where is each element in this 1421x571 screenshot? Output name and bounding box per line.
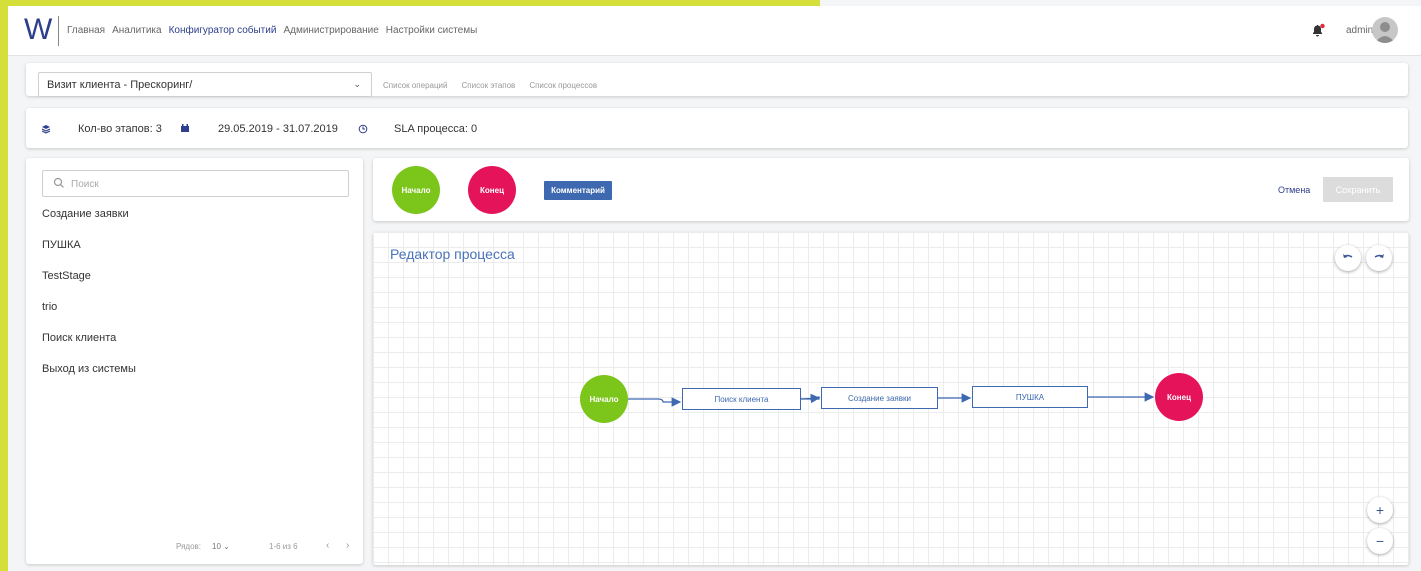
search-icon [53, 177, 64, 188]
nav-item-system-settings[interactable]: Настройки системы [386, 25, 478, 36]
flow-end-node[interactable]: Конец [1155, 373, 1203, 421]
stages-panel: Создание заявки ПУШКА TestStage trio Пои… [26, 158, 363, 564]
process-info-bar: Кол-во этапов: 3 29.05.2019 - 31.07.2019… [26, 108, 1408, 148]
process-select-value: Визит клиента - Прескоринг/ [47, 79, 193, 91]
flow-step-node[interactable]: Создание заявки [821, 387, 938, 409]
palette-comment-node[interactable]: Комментарий [544, 181, 612, 200]
nav-item-analytics[interactable]: Аналитика [112, 25, 162, 36]
redo-button[interactable] [1366, 245, 1392, 271]
date-range: 29.05.2019 - 31.07.2019 [218, 123, 338, 135]
plus-icon: + [1375, 502, 1385, 518]
list-item[interactable]: trio [42, 301, 136, 332]
redo-icon [1374, 254, 1384, 258]
flow-start-node[interactable]: Начало [580, 375, 628, 423]
stage-search[interactable] [42, 170, 349, 197]
flow-step-node[interactable]: Поиск клиента [682, 388, 801, 410]
rows-label: Рядов: [176, 542, 201, 551]
page-range: 1-6 из 6 [269, 542, 298, 551]
link-operations-list[interactable]: Список операций [383, 81, 448, 90]
notification-dot-icon [1320, 23, 1325, 29]
palette-start-node[interactable]: Начало [392, 166, 440, 214]
clock-icon [358, 124, 368, 134]
frame-left-border [0, 0, 8, 571]
process-editor: Редактор процесса Начало Поиск клиента С… [373, 232, 1409, 565]
search-input[interactable] [71, 175, 331, 193]
calendar-icon [181, 124, 189, 132]
chevron-down-icon: ⌄ [223, 542, 230, 551]
logo-divider [58, 16, 59, 46]
link-stages-list[interactable]: Список этапов [462, 81, 516, 90]
stages-count: Кол-во этапов: 3 [78, 123, 162, 135]
rows-per-page-select[interactable]: 10 ⌄ [212, 542, 230, 551]
save-button[interactable]: Сохранить [1323, 177, 1393, 202]
avatar[interactable] [1372, 17, 1398, 43]
next-page-icon[interactable]: › [346, 540, 349, 551]
zoom-in-button[interactable]: + [1367, 497, 1393, 523]
undo-button[interactable] [1335, 245, 1361, 271]
bell-icon[interactable] [1310, 23, 1326, 39]
nav-item-home[interactable]: Главная [67, 25, 105, 36]
list-item[interactable]: TestStage [42, 270, 136, 301]
nav-item-administration[interactable]: Администрирование [283, 25, 378, 36]
sla-value: SLA процесса: 0 [394, 123, 478, 135]
list-item[interactable]: Поиск клиента [42, 332, 136, 363]
top-navbar: W Главная Аналитика Конфигуратор событий… [8, 6, 1421, 56]
stage-list: Создание заявки ПУШКА TestStage trio Пои… [42, 208, 136, 394]
flow-step-node[interactable]: ПУШКА [972, 386, 1088, 408]
list-item[interactable]: Выход из системы [42, 363, 136, 394]
zoom-out-button[interactable]: − [1367, 528, 1393, 554]
prev-page-icon[interactable]: ‹ [326, 540, 329, 551]
main-nav: Главная Аналитика Конфигуратор событий А… [67, 25, 477, 36]
process-toolbar: Визит клиента - Прескоринг/ ⌄ Список опе… [26, 63, 1408, 97]
link-processes-list[interactable]: Список процессов [529, 81, 597, 90]
process-select[interactable]: Визит клиента - Прескоринг/ ⌄ [38, 72, 372, 97]
rows-per-page-value: 10 [212, 542, 221, 551]
element-palette: Начало Конец Комментарий Отмена Сохранит… [373, 158, 1409, 221]
editor-title: Редактор процесса [390, 246, 515, 262]
undo-icon [1343, 254, 1353, 258]
palette-end-node[interactable]: Конец [468, 166, 516, 214]
nav-item-event-configurator[interactable]: Конфигуратор событий [169, 25, 277, 36]
list-item[interactable]: Создание заявки [42, 208, 136, 239]
cancel-button[interactable]: Отмена [1278, 185, 1310, 195]
layers-icon [41, 125, 51, 134]
chevron-down-icon: ⌄ [353, 79, 361, 89]
user-name[interactable]: admin [1346, 25, 1373, 36]
minus-icon: − [1375, 533, 1385, 549]
app-logo[interactable]: W [24, 14, 52, 46]
sub-nav: Список операций Список этапов Список про… [383, 81, 597, 90]
list-item[interactable]: ПУШКА [42, 239, 136, 270]
user-avatar-icon [1375, 22, 1395, 43]
